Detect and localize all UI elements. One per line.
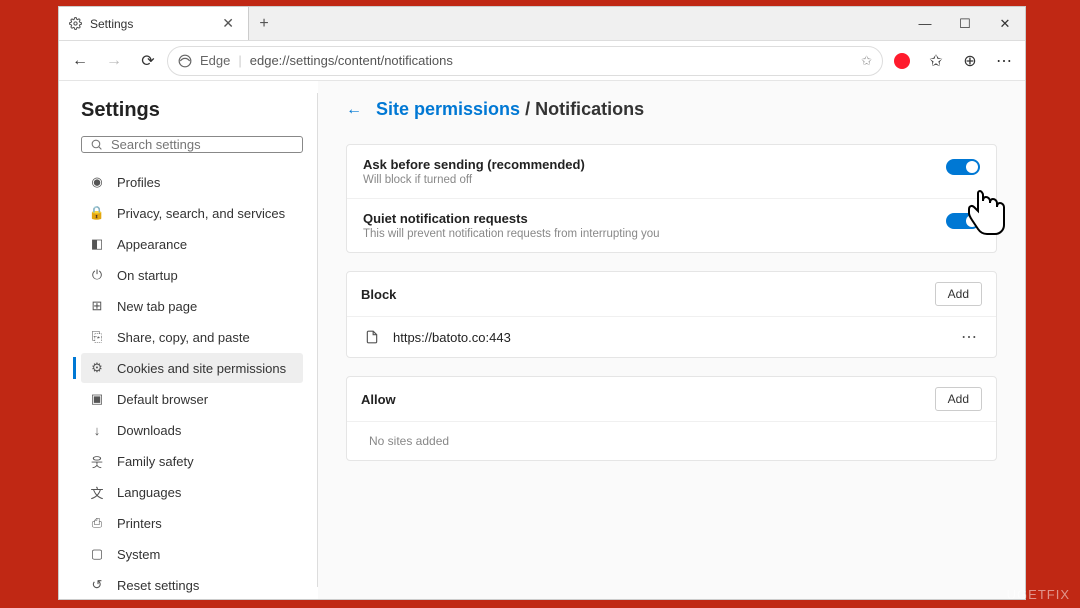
breadcrumb-current: Notifications bbox=[535, 99, 644, 119]
nav-forward-button[interactable]: → bbox=[99, 46, 129, 76]
address-bar[interactable]: Edge | edge://settings/content/notificat… bbox=[167, 46, 883, 76]
close-tab-button[interactable]: ✕ bbox=[218, 15, 238, 32]
menu-button[interactable]: ⋯ bbox=[989, 46, 1019, 76]
address-prefix: Edge bbox=[200, 53, 230, 68]
toggle-ask-before-sending[interactable] bbox=[946, 159, 980, 175]
toggle-quiet-notifications[interactable] bbox=[946, 213, 980, 229]
close-window-button[interactable]: ✕ bbox=[985, 7, 1025, 40]
sidebar: Settings ◉Profiles 🔒Privacy, search, and… bbox=[59, 81, 317, 599]
back-arrow-icon[interactable]: ← bbox=[346, 101, 362, 119]
sidebar-item-languages[interactable]: 文Languages bbox=[81, 477, 303, 507]
sidebar-item-share[interactable]: ⎘Share, copy, and paste bbox=[81, 322, 303, 352]
sidebar-item-startup[interactable]: ⏻On startup bbox=[81, 260, 303, 290]
cookies-icon: ⚙ bbox=[89, 360, 105, 376]
search-container[interactable] bbox=[81, 136, 303, 153]
search-icon bbox=[90, 138, 103, 151]
toolbar: ← → ⟳ Edge | edge://settings/content/not… bbox=[59, 41, 1025, 81]
window-controls: — ☐ ✕ bbox=[905, 7, 1025, 40]
address-divider: | bbox=[238, 53, 241, 68]
sidebar-item-privacy[interactable]: 🔒Privacy, search, and services bbox=[81, 198, 303, 228]
site-more-button[interactable]: ⋯ bbox=[961, 327, 978, 347]
allow-card: Allow Add No sites added bbox=[346, 376, 997, 461]
newtab-icon: ⊞ bbox=[89, 298, 105, 314]
setting-desc: This will prevent notification requests … bbox=[363, 228, 946, 240]
setting-quiet-notifications: Quiet notification requests This will pr… bbox=[347, 199, 996, 252]
allow-header: Allow Add bbox=[347, 377, 996, 422]
profile-icon: ◉ bbox=[89, 174, 105, 190]
watermark: UGETFIX bbox=[1007, 587, 1070, 602]
browser-tab[interactable]: Settings ✕ bbox=[59, 7, 249, 40]
family-icon: 웃 bbox=[89, 453, 105, 469]
titlebar: Settings ✕ + — ☐ ✕ bbox=[59, 7, 1025, 41]
sidebar-item-default-browser[interactable]: ▣Default browser bbox=[81, 384, 303, 414]
sidebar-nav: ◉Profiles 🔒Privacy, search, and services… bbox=[81, 167, 303, 599]
edge-icon bbox=[178, 54, 192, 68]
favorites-button[interactable]: ✩ bbox=[921, 46, 951, 76]
content-area: Settings ◉Profiles 🔒Privacy, search, and… bbox=[59, 81, 1025, 599]
new-tab-button[interactable]: + bbox=[249, 7, 279, 40]
block-add-button[interactable]: Add bbox=[935, 282, 982, 306]
page-title: Site permissions / Notifications bbox=[376, 99, 644, 120]
reset-icon: ↺ bbox=[89, 577, 105, 593]
sidebar-item-reset[interactable]: ↺Reset settings bbox=[81, 570, 303, 599]
setting-title: Ask before sending (recommended) bbox=[363, 157, 946, 172]
setting-desc: Will block if turned off bbox=[363, 174, 946, 186]
lock-icon: 🔒 bbox=[89, 205, 105, 221]
sidebar-item-appearance[interactable]: ◧Appearance bbox=[81, 229, 303, 259]
browser-icon: ▣ bbox=[89, 391, 105, 407]
blocked-site-url: https://batoto.co:443 bbox=[393, 330, 511, 345]
setting-title: Quiet notification requests bbox=[363, 211, 946, 226]
sidebar-title: Settings bbox=[81, 99, 303, 122]
page-header: ← Site permissions / Notifications bbox=[346, 99, 997, 120]
blocked-site-row[interactable]: https://batoto.co:443 ⋯ bbox=[347, 317, 996, 357]
sidebar-item-cookies[interactable]: ⚙Cookies and site permissions bbox=[81, 353, 303, 383]
share-icon: ⎘ bbox=[89, 329, 105, 345]
setting-text: Ask before sending (recommended) Will bl… bbox=[363, 157, 946, 186]
appearance-icon: ◧ bbox=[89, 236, 105, 252]
sidebar-item-newtab[interactable]: ⊞New tab page bbox=[81, 291, 303, 321]
breadcrumb-sep: / bbox=[520, 99, 535, 119]
collections-button[interactable]: ⊕ bbox=[955, 46, 985, 76]
power-icon: ⏻ bbox=[89, 267, 105, 283]
sidebar-item-printers[interactable]: ⎙Printers bbox=[81, 508, 303, 538]
settings-card: Ask before sending (recommended) Will bl… bbox=[346, 144, 997, 253]
allow-empty-text: No sites added bbox=[347, 422, 996, 460]
gear-icon bbox=[69, 17, 82, 30]
block-card: Block Add https://batoto.co:443 ⋯ bbox=[346, 271, 997, 358]
allow-add-button[interactable]: Add bbox=[935, 387, 982, 411]
system-icon: ▢ bbox=[89, 546, 105, 562]
block-header: Block Add bbox=[347, 272, 996, 317]
minimize-button[interactable]: — bbox=[905, 7, 945, 40]
opera-extension-icon[interactable] bbox=[887, 46, 917, 76]
sidebar-item-downloads[interactable]: ↓Downloads bbox=[81, 415, 303, 445]
sidebar-item-system[interactable]: ▢System bbox=[81, 539, 303, 569]
file-icon bbox=[365, 330, 379, 344]
breadcrumb-link[interactable]: Site permissions bbox=[376, 99, 520, 119]
browser-window: Settings ✕ + — ☐ ✕ ← → ⟳ Edge | edge://s… bbox=[58, 6, 1026, 600]
download-icon: ↓ bbox=[89, 422, 105, 438]
search-input[interactable] bbox=[111, 137, 294, 152]
nav-back-button[interactable]: ← bbox=[65, 46, 95, 76]
setting-ask-before-sending: Ask before sending (recommended) Will bl… bbox=[347, 145, 996, 199]
favorite-star-icon[interactable]: ✩ bbox=[861, 53, 872, 69]
maximize-button[interactable]: ☐ bbox=[945, 7, 985, 40]
tab-title: Settings bbox=[90, 17, 133, 31]
refresh-button[interactable]: ⟳ bbox=[133, 46, 163, 76]
sidebar-item-family[interactable]: 웃Family safety bbox=[81, 446, 303, 476]
setting-text: Quiet notification requests This will pr… bbox=[363, 211, 946, 240]
allow-heading: Allow bbox=[361, 392, 396, 407]
sidebar-item-profiles[interactable]: ◉Profiles bbox=[81, 167, 303, 197]
address-url: edge://settings/content/notifications bbox=[250, 53, 453, 68]
main-panel: ← Site permissions / Notifications Ask b… bbox=[318, 81, 1025, 599]
block-heading: Block bbox=[361, 287, 396, 302]
language-icon: 文 bbox=[89, 484, 105, 500]
printer-icon: ⎙ bbox=[89, 515, 105, 531]
